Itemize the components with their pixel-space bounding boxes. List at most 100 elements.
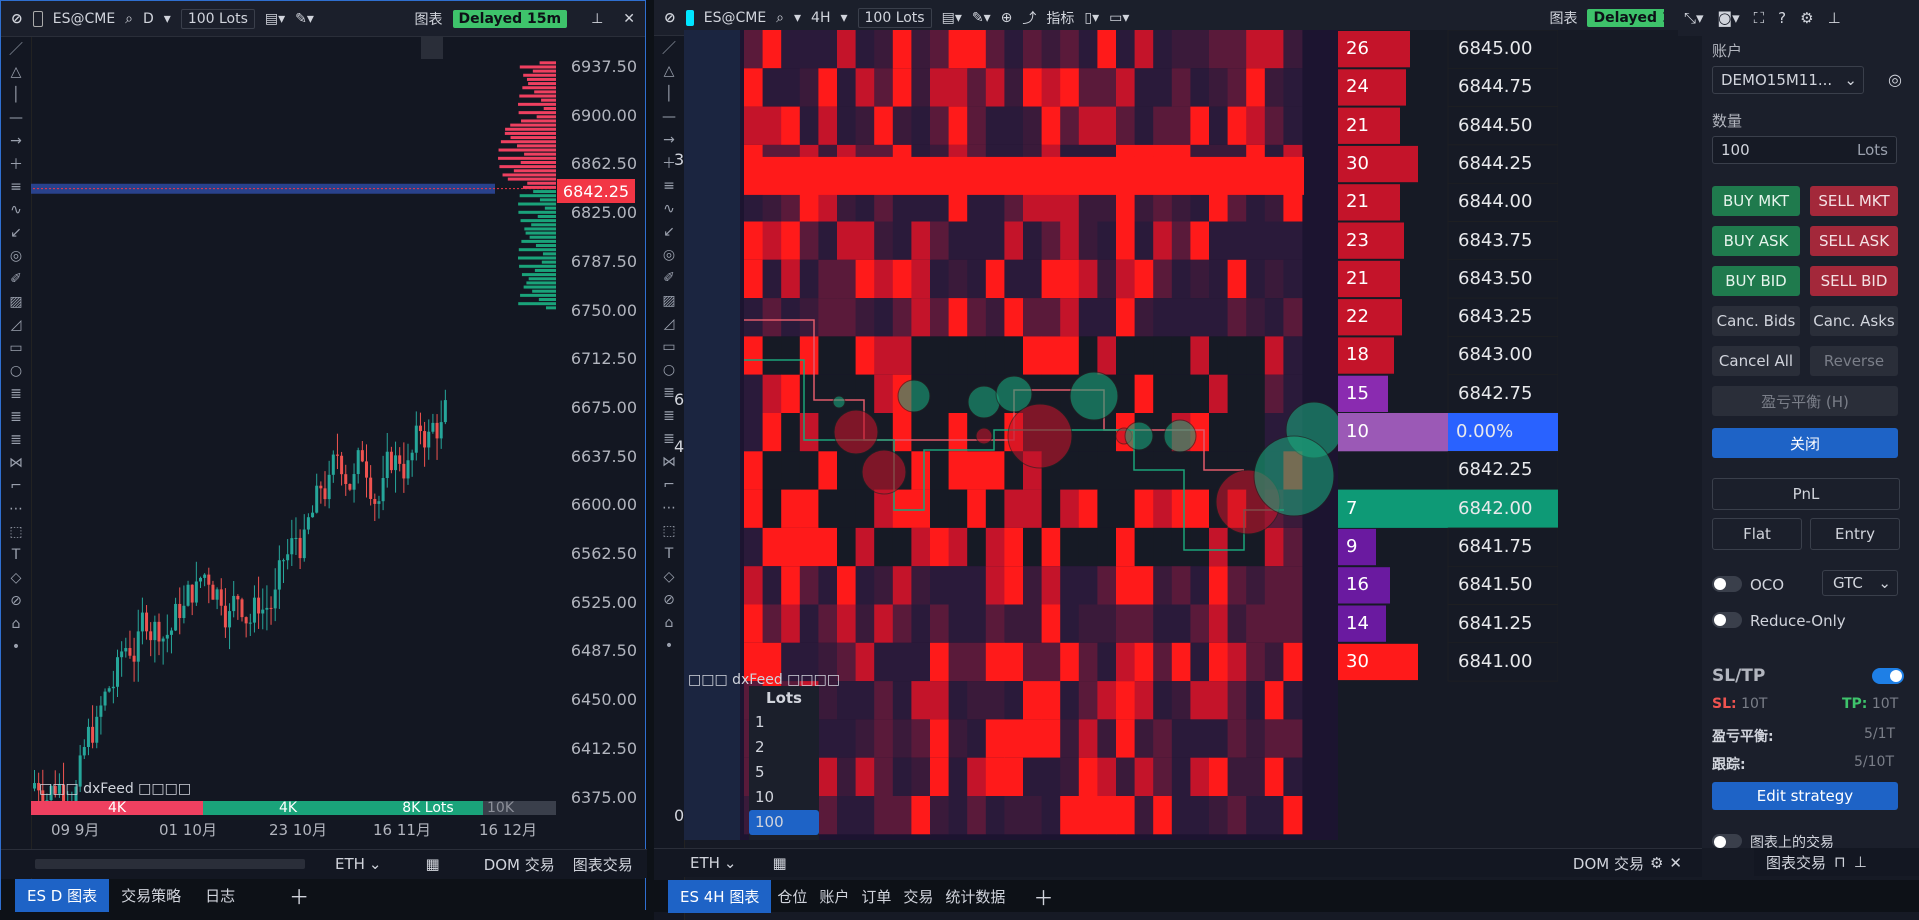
search-icon[interactable]: ⌕: [776, 10, 784, 26]
drawing-tool-icon[interactable]: │: [1, 83, 31, 106]
tab-strategy[interactable]: 交易策略: [109, 879, 193, 912]
chevron-down-icon[interactable]: ▾: [840, 10, 847, 26]
reverse-button[interactable]: Reverse: [1810, 346, 1898, 376]
drawing-tool-icon[interactable]: ≣: [1, 405, 31, 428]
buy-ask-button[interactable]: BUY ASK: [1712, 226, 1800, 256]
chevron-down-icon[interactable]: ▾: [794, 10, 801, 26]
drawing-tool-icon[interactable]: △: [654, 59, 684, 82]
lots-option[interactable]: 5: [749, 760, 819, 785]
tab-account[interactable]: 账户: [813, 880, 855, 913]
pin-icon[interactable]: ⊥: [1854, 853, 1867, 871]
chart-type-icon[interactable]: ▤▾: [265, 11, 285, 27]
camera-icon[interactable]: ◙▾: [1718, 9, 1740, 27]
chart-trades-toggle[interactable]: [1712, 834, 1742, 848]
chart-trade-button[interactable]: 图表交易: [1766, 852, 1826, 873]
drawing-tool-icon[interactable]: ≡: [654, 174, 684, 197]
cancel-asks-button[interactable]: Canc. Asks: [1810, 306, 1898, 336]
dom-trade-button[interactable]: DOM 交易: [484, 854, 555, 875]
drawing-tool-icon[interactable]: ▨: [1, 290, 31, 313]
drawing-tool-icon[interactable]: ◇: [1, 566, 31, 589]
sltp-toggle[interactable]: [1872, 668, 1904, 684]
draw-icon[interactable]: ✎▾: [972, 10, 991, 26]
mouse-icon[interactable]: ▯▾: [1084, 10, 1099, 26]
hide-eye-icon[interactable]: ◎: [1888, 70, 1902, 89]
drawing-tool-icon[interactable]: ◿: [654, 312, 684, 335]
drawing-tool-icon[interactable]: ⋯: [654, 496, 684, 519]
drawing-tool-icon[interactable]: ⬚: [654, 519, 684, 542]
buy-bid-button[interactable]: BUY BID: [1712, 266, 1800, 296]
drawing-tool-icon[interactable]: ⌂: [654, 611, 684, 634]
tif-select[interactable]: GTC ⌄: [1822, 570, 1898, 596]
lots-input[interactable]: 100 Lots: [857, 7, 932, 28]
dom-trade-button[interactable]: DOM 交易: [1573, 853, 1644, 874]
daily-candle-chart[interactable]: [31, 37, 556, 807]
drawing-tool-icon[interactable]: ≡: [1, 175, 31, 198]
drawing-tool-icon[interactable]: ⌐: [654, 473, 684, 496]
calendar-icon[interactable]: ▦: [773, 854, 787, 872]
drawing-tool-icon[interactable]: ◎: [654, 243, 684, 266]
app-logo-icon[interactable]: ⊘: [11, 11, 23, 27]
drawing-tool-icon[interactable]: ↙: [1, 221, 31, 244]
drawing-tool-icon[interactable]: ◇: [654, 565, 684, 588]
gear-icon[interactable]: ⚙: [1650, 854, 1663, 872]
oco-toggle[interactable]: [1712, 576, 1742, 592]
close-icon[interactable]: ✕: [623, 11, 635, 27]
flat-button[interactable]: Flat: [1712, 518, 1802, 550]
tab-log[interactable]: 日志: [193, 879, 247, 912]
drawing-tool-icon[interactable]: →: [1, 129, 31, 152]
drawing-tool-icon[interactable]: ／: [1, 37, 31, 60]
window-icon[interactable]: ▭▾: [1109, 10, 1129, 26]
lock-icon[interactable]: ⊓: [1834, 853, 1846, 871]
session-select[interactable]: ETH: [690, 854, 720, 872]
drawing-tool-icon[interactable]: ⌂: [1, 612, 31, 635]
drawing-tool-icon[interactable]: ⋯: [1, 497, 31, 520]
timeframe-select[interactable]: 4H: [811, 10, 830, 26]
tab-trades[interactable]: 交易: [897, 880, 939, 913]
drawing-tool-icon[interactable]: ✐: [1, 267, 31, 290]
drawing-tool-icon[interactable]: •: [654, 634, 684, 657]
drawing-tool-icon[interactable]: —: [1, 106, 31, 129]
indicator-icon[interactable]: ⤴: [1022, 8, 1036, 28]
close-position-button[interactable]: 关闭: [1712, 428, 1898, 458]
drawing-tool-icon[interactable]: ≣: [1, 382, 31, 405]
drawing-tool-icon[interactable]: ○: [654, 358, 684, 381]
drawing-tool-icon[interactable]: •: [1, 635, 31, 658]
symbol-label[interactable]: ES@CME: [53, 11, 115, 27]
lots-option[interactable]: 10: [749, 785, 819, 810]
sell-bid-button[interactable]: SELL BID: [1810, 266, 1898, 296]
calendar-icon[interactable]: ▦: [426, 855, 440, 873]
drawing-tool-icon[interactable]: ∿: [654, 197, 684, 220]
drawing-tool-icon[interactable]: ⊘: [654, 588, 684, 611]
draw-icon[interactable]: ✎▾: [295, 11, 314, 27]
chevron-down-icon[interactable]: ⌄: [369, 855, 382, 873]
drawing-tool-icon[interactable]: —: [654, 105, 684, 128]
drawing-tool-icon[interactable]: ◎: [1, 244, 31, 267]
add-tab-icon[interactable]: ＋: [277, 875, 321, 916]
drawing-tool-icon[interactable]: T: [654, 542, 684, 565]
chevron-down-icon[interactable]: ⌄: [724, 854, 737, 872]
tab-es-4h-chart[interactable]: ES 4H 图表: [668, 879, 772, 913]
lots-input[interactable]: 100 Lots: [180, 8, 255, 29]
indicators-button[interactable]: 指标: [1046, 8, 1074, 28]
tab-orders[interactable]: 订单: [855, 880, 897, 913]
drawing-tool-icon[interactable]: ○: [1, 359, 31, 382]
expand-icon[interactable]: ⛶: [1754, 9, 1765, 27]
lots-option[interactable]: 100: [749, 810, 819, 835]
buy-mkt-button[interactable]: BUY MKT: [1712, 186, 1800, 216]
chart-trade-button[interactable]: 图表交易: [573, 854, 633, 875]
lots-option[interactable]: 2: [749, 735, 819, 760]
tab-statistics[interactable]: 统计数据: [939, 880, 1011, 913]
edit-strategy-button[interactable]: Edit strategy: [1712, 782, 1898, 810]
drawing-tool-icon[interactable]: ↙: [654, 220, 684, 243]
drawing-tool-icon[interactable]: ▭: [1, 336, 31, 359]
collapse-icon[interactable]: ⤡▾: [1684, 9, 1704, 27]
drawing-tool-icon[interactable]: ◿: [1, 313, 31, 336]
drawing-tool-icon[interactable]: ⌐: [1, 474, 31, 497]
pin-icon[interactable]: ⊥: [1828, 9, 1841, 27]
drawing-tool-icon[interactable]: T: [1, 543, 31, 566]
drawing-tool-icon[interactable]: ⋈: [1, 451, 31, 474]
drawing-tool-icon[interactable]: ▭: [654, 335, 684, 358]
help-icon[interactable]: ?: [1778, 9, 1786, 27]
drawing-tool-icon[interactable]: ∿: [1, 198, 31, 221]
drawing-tool-icon[interactable]: │: [654, 82, 684, 105]
